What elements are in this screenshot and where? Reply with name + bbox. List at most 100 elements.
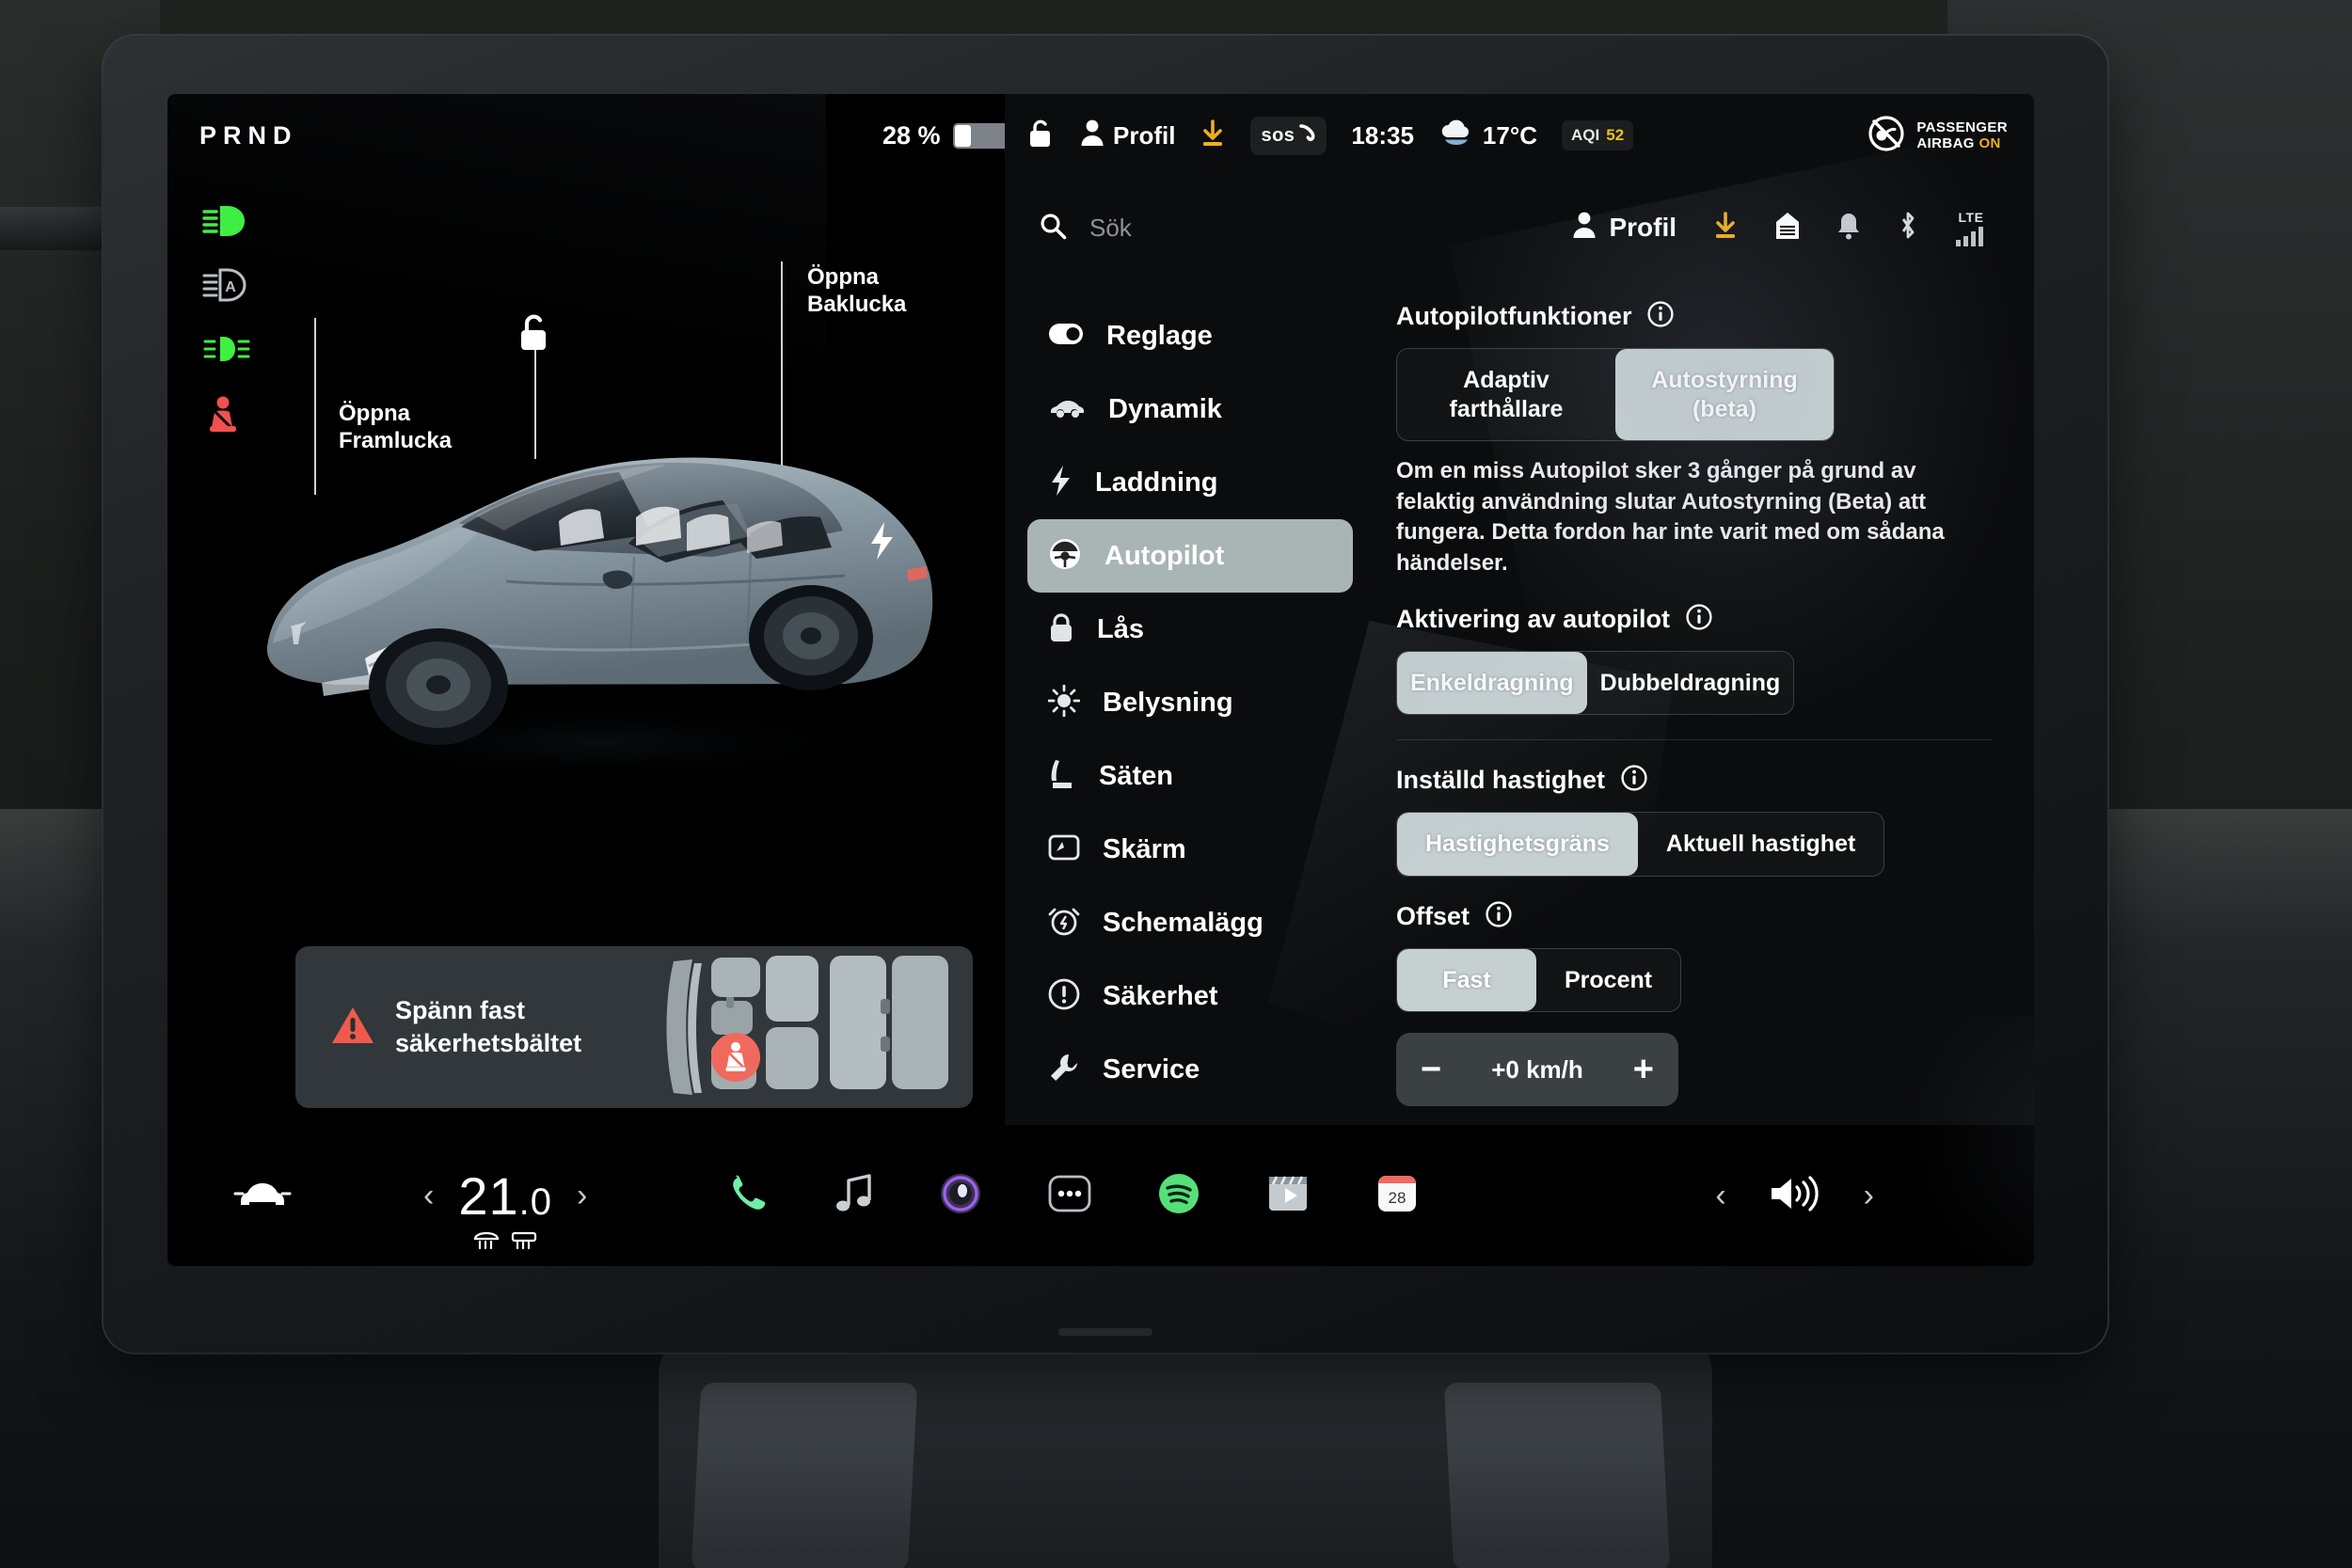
lock-icon bbox=[1048, 611, 1074, 648]
current-speed-option[interactable]: Aktuell hastighet bbox=[1638, 813, 1883, 876]
sidebar-item-programvara[interactable]: Programvara bbox=[1027, 1106, 1353, 1125]
sidebar-item-reglage[interactable]: Reglage bbox=[1027, 299, 1353, 372]
section-title: Offset bbox=[1396, 901, 1470, 930]
settings-body: Reglage Dynamik Laddning Autopilot Lås B… bbox=[1005, 278, 2034, 1125]
volume-down-button[interactable]: ‹ bbox=[1715, 1178, 1725, 1214]
battery-indicator[interactable]: 28 % bbox=[882, 94, 1017, 177]
sidebar-item-las[interactable]: Lås bbox=[1027, 593, 1353, 666]
seatbelt-alert-text: Spänn fast säkerhetsbältet bbox=[395, 994, 581, 1059]
sidebar-item-label: Säten bbox=[1099, 760, 1173, 791]
calendar-app-icon[interactable]: 28 bbox=[1375, 1172, 1419, 1220]
car-front-icon[interactable] bbox=[233, 1175, 292, 1217]
garage-door-icon[interactable] bbox=[1774, 211, 1801, 245]
network-label: LTE bbox=[1958, 209, 1984, 225]
temp-increase-button[interactable]: › bbox=[577, 1178, 587, 1214]
airbag-line1: PASSENGER bbox=[1916, 119, 2008, 135]
section-divider bbox=[1396, 739, 1993, 740]
volume-control[interactable]: ‹ › bbox=[1715, 1172, 1874, 1220]
software-download-icon[interactable] bbox=[1200, 119, 1226, 153]
wrench-icon bbox=[1048, 1052, 1080, 1088]
sidebar-item-schemalagg[interactable]: Schemalägg bbox=[1027, 886, 1353, 959]
media-app-icon[interactable] bbox=[835, 1173, 873, 1219]
sidebar-item-autopilot[interactable]: Autopilot bbox=[1027, 519, 1353, 593]
autopilot-engage-toggle[interactable]: Enkeldragning Dubbeldragning bbox=[1396, 650, 1795, 715]
camera-app-icon[interactable] bbox=[939, 1172, 982, 1220]
offset-fixed-option[interactable]: Fast bbox=[1397, 948, 1536, 1011]
sidebar-item-dynamik[interactable]: Dynamik bbox=[1027, 372, 1353, 446]
airbag-off-symbol-icon bbox=[1867, 115, 1905, 157]
weather-indicator[interactable]: 17°C bbox=[1438, 119, 1537, 153]
info-icon[interactable] bbox=[1621, 765, 1647, 796]
single-pull-option[interactable]: Enkeldragning bbox=[1397, 651, 1587, 714]
bottom-dock[interactable]: ‹ 21.0 › 28 ‹ › bbox=[167, 1125, 2034, 1266]
phone-app-icon[interactable] bbox=[728, 1173, 770, 1219]
double-pull-option[interactable]: Dubbeldragning bbox=[1587, 652, 1794, 715]
offset-value-stepper[interactable]: − +0 km/h + bbox=[1396, 1033, 1678, 1106]
volume-up-button[interactable]: › bbox=[1864, 1178, 1874, 1214]
bluetooth-icon[interactable] bbox=[1897, 211, 1919, 245]
adaptive-cruise-option[interactable]: Adaptiv farthållare bbox=[1397, 349, 1615, 440]
sidebar-item-sakerhet[interactable]: Säkerhet bbox=[1027, 959, 1353, 1033]
photo-scene: PRND 28 % Profil sos 18:35 17°C AQI 52 P… bbox=[0, 0, 2352, 1568]
unlocked-padlock-icon[interactable] bbox=[1025, 117, 1056, 155]
car-side-icon bbox=[1048, 395, 1086, 424]
sos-button[interactable]: sos bbox=[1250, 116, 1327, 155]
airbag-line2: AIRBAG bbox=[1916, 135, 1975, 151]
info-icon[interactable] bbox=[1647, 301, 1675, 332]
aqi-badge[interactable]: AQI 52 bbox=[1562, 120, 1634, 150]
temp-decrease-button[interactable]: ‹ bbox=[423, 1178, 434, 1214]
autopilot-feature-toggle[interactable]: Adaptiv farthållare Autostyrning (beta) bbox=[1396, 348, 1835, 441]
settings-menu[interactable]: Reglage Dynamik Laddning Autopilot Lås B… bbox=[1005, 278, 1372, 1125]
profile-button[interactable]: Profil bbox=[1572, 211, 1677, 245]
more-apps-icon[interactable] bbox=[1048, 1173, 1091, 1219]
sidebar-item-saten[interactable]: Säten bbox=[1027, 739, 1353, 813]
seatbelt-alert-card[interactable]: Spänn fast säkerhetsbältet bbox=[295, 946, 973, 1108]
charge-bolt-icon[interactable] bbox=[866, 520, 898, 566]
warning-triangle-icon bbox=[331, 1006, 374, 1050]
infotainment-screen[interactable]: PRND 28 % Profil sos 18:35 17°C AQI 52 P… bbox=[167, 94, 2034, 1266]
console-trim-left bbox=[691, 1383, 918, 1568]
offset-type-toggle[interactable]: Fast Procent bbox=[1396, 947, 1682, 1012]
steering-wheel-icon bbox=[1048, 537, 1082, 576]
climate-temp-dec: .0 bbox=[518, 1180, 552, 1223]
sidebar-item-label: Autopilot bbox=[1104, 540, 1225, 571]
search-input[interactable]: Sök bbox=[1039, 212, 1551, 245]
software-download-icon[interactable] bbox=[1712, 211, 1739, 245]
climate-temperature-control[interactable]: ‹ 21.0 › bbox=[423, 1165, 587, 1249]
offset-decrease-button[interactable]: − bbox=[1421, 1052, 1441, 1086]
offset-increase-button[interactable]: + bbox=[1633, 1052, 1654, 1086]
speed-limit-option[interactable]: Hastighetsgräns bbox=[1397, 813, 1638, 876]
offset-value-label: +0 km/h bbox=[1491, 1054, 1583, 1084]
notifications-bell-icon[interactable] bbox=[1836, 211, 1861, 245]
settings-quick-icons: Profil LTE bbox=[1572, 210, 1987, 246]
sidebar-item-skarm[interactable]: Skärm bbox=[1027, 813, 1353, 886]
seat-icon bbox=[1048, 758, 1076, 795]
auto-high-beam-icon: A bbox=[201, 267, 252, 303]
app-launcher-dock[interactable]: 28 bbox=[728, 1172, 1419, 1220]
section-title: Autopilotfunktioner bbox=[1396, 302, 1632, 330]
vehicle-visualization-panel[interactable]: A Öppna Framlucka Öppna Baklucka Spänn f… bbox=[167, 177, 1005, 1125]
profile-button-statusbar[interactable]: Profil bbox=[1080, 119, 1175, 153]
autosteer-beta-option[interactable]: Autostyrning (beta) bbox=[1615, 349, 1834, 440]
sidebar-item-label: Belysning bbox=[1103, 687, 1233, 718]
network-signal-indicator[interactable]: LTE bbox=[1955, 210, 1987, 246]
sidebar-item-belysning[interactable]: Belysning bbox=[1027, 666, 1353, 739]
sidebar-item-service[interactable]: Service bbox=[1027, 1033, 1353, 1106]
unlocked-padlock-icon[interactable] bbox=[514, 310, 555, 360]
section-title: Inställd hastighet bbox=[1396, 766, 1606, 794]
open-rear-trunk-button[interactable]: Öppna Baklucka bbox=[807, 264, 906, 319]
settings-panel[interactable]: Sök Profil LTE Reglage Dynamik Laddning … bbox=[1005, 177, 2034, 1125]
set-speed-toggle[interactable]: Hastighetsgräns Aktuell hastighet bbox=[1396, 812, 1885, 877]
sidebar-item-laddning[interactable]: Laddning bbox=[1027, 446, 1353, 519]
spotify-app-icon[interactable] bbox=[1157, 1172, 1200, 1220]
aqi-label: AQI bbox=[1571, 126, 1600, 144]
theater-app-icon[interactable] bbox=[1266, 1173, 1310, 1219]
autopilot-settings-content: Autopilotfunktioner Adaptiv farthållare … bbox=[1372, 278, 2034, 1125]
info-icon[interactable] bbox=[1686, 603, 1712, 635]
info-icon[interactable] bbox=[1486, 900, 1512, 932]
offset-percent-option[interactable]: Procent bbox=[1536, 949, 1680, 1012]
vehicle-model-render[interactable] bbox=[224, 356, 967, 798]
status-bar: PRND 28 % Profil sos 18:35 17°C AQI 52 P… bbox=[167, 94, 2034, 177]
sidebar-item-label: Reglage bbox=[1106, 320, 1213, 351]
volume-icon[interactable] bbox=[1768, 1172, 1822, 1220]
